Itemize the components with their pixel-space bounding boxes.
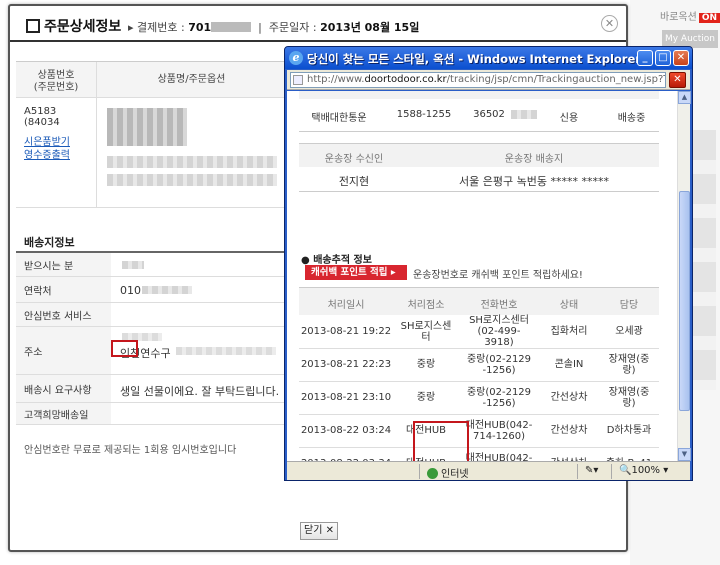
minimize-button[interactable]: _ [637,50,653,66]
order-meta: ▸ 결제번호 : 701 | 주문일자 : 2013년 08월 15일 [128,21,420,34]
vertical-scrollbar[interactable]: ▲ ▼ [677,91,691,461]
col-product-name: 상품명/주문옵션 [96,62,286,98]
th-branch: 처리점소 [407,300,445,311]
shipping-section-title: 배송지정보 [24,236,75,249]
tracking-cell-phone: 대전HUB(042- 714-1260) [465,419,533,442]
tracking-cell-date: 2013-08-21 23:10 [300,392,392,403]
col-product-no: 상품번호 (주문번호) [33,70,79,93]
product-table: 상품번호 (주문번호) 상품명/주문옵션 A5183 (84034 시은품받기 영… [16,61,286,208]
tracking-cell-branch: 중랑 [416,359,436,370]
ie-title: 당신이 찾는 모든 스타일, 옥션 - Windows Internet Exp… [307,52,637,66]
ie-titlebar: e 당신이 찾는 모든 스타일, 옥션 - Windows Internet E… [285,47,692,69]
tracking-cell-phone: 중랑(02-2129 -1256) [466,353,532,376]
carrier-status: 배송중 [617,113,646,124]
product-row: A5183 (84034 시은품받기 영수증출력 [16,98,286,208]
tracking-cell-date: 2013-08-21 19:22 [300,326,392,337]
popup-title: 주문상세정보 [26,16,121,36]
recent-bar[interactable]: 바로옥션 ON [660,8,720,23]
tracking-title: ● 배송추적 정보 [301,255,372,266]
highlight-hub [413,421,469,461]
page-icon [293,75,303,85]
row-divider [299,381,659,382]
maximize-button[interactable]: □ [655,50,671,66]
globe-icon [427,468,438,479]
highlight-city [111,340,138,357]
cashback-text: 운송장번호로 캐쉬백 포인트 적립하세요! [413,270,583,281]
ie-logo-icon: e [289,51,303,65]
tracking-cell-phone: SH로지스센터 (02-499- 3918) [469,315,529,348]
row-divider [299,348,659,349]
tracking-cell-staff: 오세광 [615,326,643,337]
tracking-cell-phone: 중랑(02-2129 -1256) [466,386,532,409]
shipping-table: 받으시는 분 연락처 010 안심번호 서비스 주소 인천연수구 배송시 요구사항… [16,251,286,425]
row-divider [299,447,659,448]
ie-window: e 당신이 찾는 모든 스타일, 옥션 - Windows Internet E… [284,46,693,481]
receiver-address: 서울 은평구 녹번동 ***** ***** [459,175,609,188]
tracking-cell-date: 2013-08-22 03:24 [300,425,392,436]
close-button[interactable]: 닫기 ✕ [300,522,338,540]
edit-icon [26,19,40,33]
stop-icon[interactable]: ✕ [669,72,686,88]
tracking-cell-status: 간선상차 [550,392,588,403]
invoice-number: 36502 [473,109,505,120]
th-phone: 전화번호 [480,300,518,311]
tracking-page: 택배대한통운 1588-1255 36502 신용 배송중 운송장 수신인 운송… [287,91,677,461]
th-staff: 담당 [619,300,639,311]
on-badge: ON [698,13,720,23]
cashback-button[interactable]: 캐쉬백 포인트 적립 ▸ [305,265,407,280]
tracking-cell-date: 2013-08-21 22:23 [300,359,392,370]
safe-number-note: 안심번호란 무료로 제공되는 1회용 임시번호입니다 [24,445,237,456]
url-field[interactable]: http://www.doortodoor.co.kr/tracking/jsp… [290,72,666,88]
tracking-cell-staff: 장재영(중 랑) [608,386,650,409]
zoom-level[interactable]: 🔍100% ▾ [619,465,668,476]
row-divider [299,414,659,415]
receiver-name: 전지현 [338,175,370,188]
tracking-cell-staff: 장재영(중 랑) [608,353,650,376]
product-code: A5183 (84034 [24,106,60,128]
tracking-cell-status: 간선상차 [550,425,588,436]
th-date: 처리일시 [327,300,365,311]
tracking-table: 처리일시 처리점소 전화번호 상태 담당 2013-08-21 19:22 SH로… [299,287,659,461]
receiver-header: 운송장 수신인 [324,154,384,165]
tracking-cell-branch: SH로지스센 터 [400,320,452,343]
tracking-cell-status: 콘솔IN [554,359,584,370]
receipt-link[interactable]: 영수증출력 [24,146,70,161]
address-header: 운송장 배송지 [504,154,564,165]
close-window-button[interactable]: ✕ [673,50,689,66]
carrier-name: 택배대한통운 [311,113,367,124]
th-status: 상태 [559,300,579,311]
popup-header: 주문상세정보 ▸ 결제번호 : 701 | 주문일자 : 2013년 08월 1… [10,6,626,42]
carrier-type: 신용 [559,113,579,124]
tracking-cell-branch: 중랑 [416,392,436,403]
security-zone: 인터넷 [427,465,469,480]
protected-mode-icon[interactable]: ✎▾ [585,465,598,476]
close-icon[interactable]: ✕ [601,15,618,32]
carrier-phone: 1588-1255 [396,109,452,120]
tracking-cell-staff: D하차통과 [606,425,652,436]
tracking-cell-status: 집화처리 [550,326,588,337]
address-bar: http://www.doortodoor.co.kr/tracking/jsp… [287,70,690,90]
status-bar: 인터넷 ✎▾ 🔍100% ▾ [287,461,690,480]
tracking-cell-phone: 대전HUB(042- 714-1260) [465,452,533,462]
